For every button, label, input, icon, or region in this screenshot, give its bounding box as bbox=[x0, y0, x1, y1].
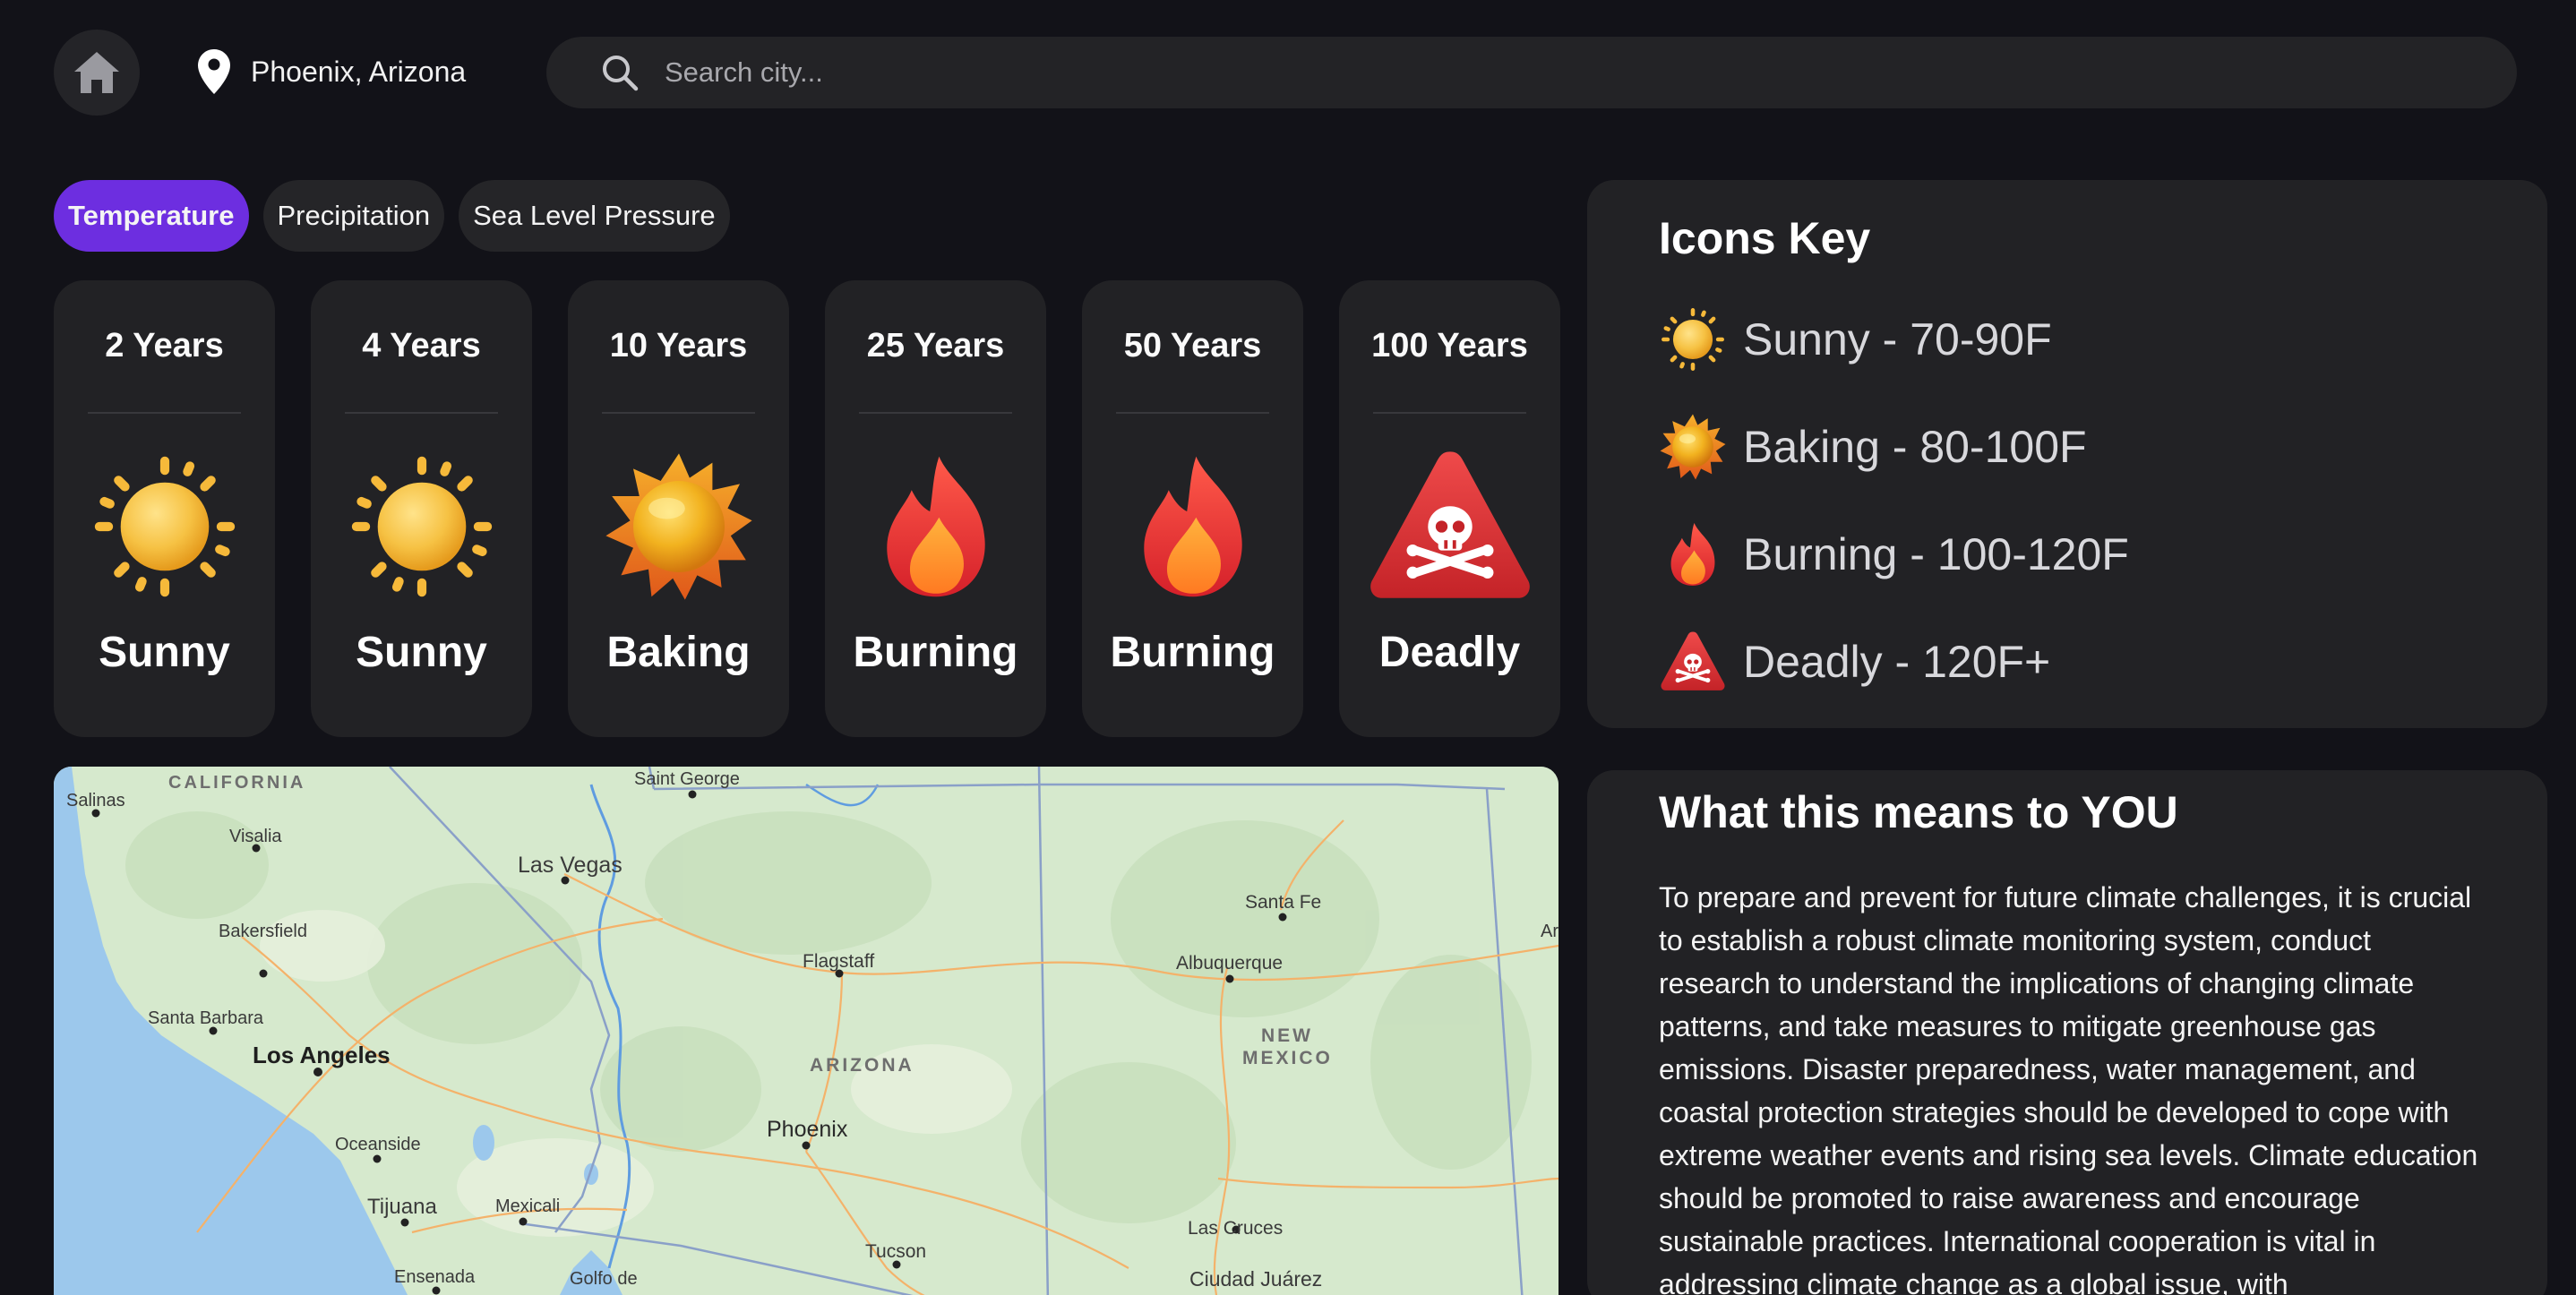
map-label-saint-george: Saint George bbox=[634, 769, 740, 789]
search-icon bbox=[603, 56, 639, 91]
map-label-flagstaff: Flagstaff bbox=[803, 951, 874, 972]
forecast-card-50-years[interactable]: 50 Years Burning bbox=[1082, 280, 1303, 737]
key-item-sunny: Sunny - 70-90F bbox=[1659, 304, 2052, 375]
card-years: 10 Years bbox=[609, 327, 748, 364]
map-label-oceanside: Oceanside bbox=[335, 1135, 421, 1154]
key-item-baking: Baking - 80-100F bbox=[1659, 411, 2087, 483]
forecast-card-2-years[interactable]: 2 Years Sunny bbox=[54, 280, 275, 737]
search-bar[interactable] bbox=[546, 37, 2517, 108]
fire-icon bbox=[1659, 520, 1727, 588]
card-years: 100 Years bbox=[1371, 327, 1528, 364]
card-status: Baking bbox=[606, 629, 751, 676]
map-label-am-partial: Ar bbox=[1541, 922, 1558, 941]
sunny-icon bbox=[89, 450, 241, 603]
map-label-mexicali: Mexicali bbox=[495, 1196, 560, 1216]
forecast-card-10-years[interactable]: 10 Years Baking bbox=[568, 280, 789, 737]
home-button[interactable] bbox=[54, 30, 140, 116]
map-label-santa-fe: Santa Fe bbox=[1245, 892, 1321, 913]
card-years: 50 Years bbox=[1123, 327, 1262, 364]
fire-icon bbox=[860, 450, 1012, 603]
key-label: Burning - 100-120F bbox=[1743, 529, 2129, 579]
card-status: Sunny bbox=[356, 629, 487, 676]
location-label: Phoenix, Arizona bbox=[251, 55, 467, 88]
card-divider bbox=[1373, 412, 1526, 414]
map-label-golfo-de: Golfo de bbox=[570, 1269, 638, 1289]
meaning-body: To prepare and prevent for future climat… bbox=[1659, 881, 2478, 1295]
card-years: 4 Years bbox=[362, 327, 481, 364]
sunny-icon bbox=[346, 450, 498, 603]
card-divider bbox=[859, 412, 1012, 414]
forecast-card-25-years[interactable]: 25 Years Burning bbox=[825, 280, 1046, 737]
map-label-santa-barbara: Santa Barbara bbox=[148, 1008, 264, 1028]
map-label-las-vegas: Las Vegas bbox=[518, 853, 623, 878]
map-label-tucson: Tucson bbox=[865, 1241, 926, 1262]
key-label: Sunny - 70-90F bbox=[1743, 314, 2052, 364]
card-status: Sunny bbox=[99, 629, 230, 676]
card-status: Deadly bbox=[1378, 629, 1521, 676]
baking-sun-icon bbox=[603, 450, 755, 603]
fire-icon bbox=[1117, 450, 1269, 603]
meaning-panel: What this means to YOU To prepare and pr… bbox=[1587, 770, 2547, 1295]
forecast-card-100-years[interactable]: 100 Years Deadly bbox=[1339, 280, 1560, 737]
current-location[interactable]: Phoenix, Arizona bbox=[197, 47, 466, 97]
metric-tabs: Temperature Precipitation Sea Level Pres… bbox=[54, 180, 730, 252]
map-label-phoenix: Phoenix bbox=[767, 1117, 848, 1142]
card-divider bbox=[602, 412, 755, 414]
location-pin-icon bbox=[198, 49, 230, 94]
map-label-california: CALIFORNIA bbox=[168, 773, 305, 793]
map-label-tijuana: Tijuana bbox=[367, 1195, 437, 1219]
map-label-albuquerque: Albuquerque bbox=[1176, 953, 1283, 973]
skull-warning-icon bbox=[1659, 628, 1727, 696]
icons-key-title: Icons Key bbox=[1659, 213, 1871, 263]
home-icon bbox=[74, 52, 119, 93]
icons-key-panel: Icons Key Sunny - 70-90F Baking - 80-100… bbox=[1587, 180, 2547, 728]
key-item-burning: Burning - 100-120F bbox=[1659, 519, 2129, 590]
map-label-new: NEW bbox=[1261, 1025, 1313, 1046]
meaning-title: What this means to YOU bbox=[1659, 787, 2178, 837]
map-canvas[interactable]: Salinas CALIFORNIA Saint George Visalia … bbox=[54, 767, 1558, 1295]
card-status: Burning bbox=[853, 629, 1018, 676]
forecast-card-4-years[interactable]: 4 Years Sunny bbox=[311, 280, 532, 737]
map-label-las-cruces: Las Cruces bbox=[1188, 1218, 1283, 1239]
card-status: Burning bbox=[1110, 629, 1275, 676]
card-divider bbox=[88, 412, 241, 414]
map-label-arizona: ARIZONA bbox=[810, 1055, 914, 1076]
card-years: 2 Years bbox=[105, 327, 224, 364]
search-input[interactable] bbox=[665, 56, 2366, 89]
map-label-ciudad-juarez: Ciudad Juárez bbox=[1189, 1267, 1322, 1291]
tab-temperature[interactable]: Temperature bbox=[54, 180, 249, 252]
map-label-salinas: Salinas bbox=[66, 791, 125, 810]
map-label-ensenada: Ensenada bbox=[394, 1267, 476, 1287]
baking-sun-icon bbox=[1659, 413, 1727, 481]
sunny-icon bbox=[1659, 305, 1727, 373]
tab-precipitation[interactable]: Precipitation bbox=[262, 180, 445, 252]
map-label-los-angeles: Los Angeles bbox=[253, 1042, 391, 1068]
tab-sea-level-pressure[interactable]: Sea Level Pressure bbox=[459, 180, 730, 252]
map-label-bakersfield: Bakersfield bbox=[219, 922, 307, 941]
card-years: 25 Years bbox=[866, 327, 1005, 364]
map[interactable]: Salinas CALIFORNIA Saint George Visalia … bbox=[54, 767, 1558, 1295]
key-item-deadly: Deadly - 120F+ bbox=[1659, 626, 2050, 698]
key-label: Deadly - 120F+ bbox=[1743, 637, 2051, 687]
card-divider bbox=[1116, 412, 1269, 414]
key-label: Baking - 80-100F bbox=[1743, 422, 2087, 472]
card-divider bbox=[345, 412, 498, 414]
map-label-visalia: Visalia bbox=[229, 827, 282, 846]
map-label-mexico: MEXICO bbox=[1242, 1048, 1333, 1068]
skull-warning-icon bbox=[1361, 442, 1540, 612]
